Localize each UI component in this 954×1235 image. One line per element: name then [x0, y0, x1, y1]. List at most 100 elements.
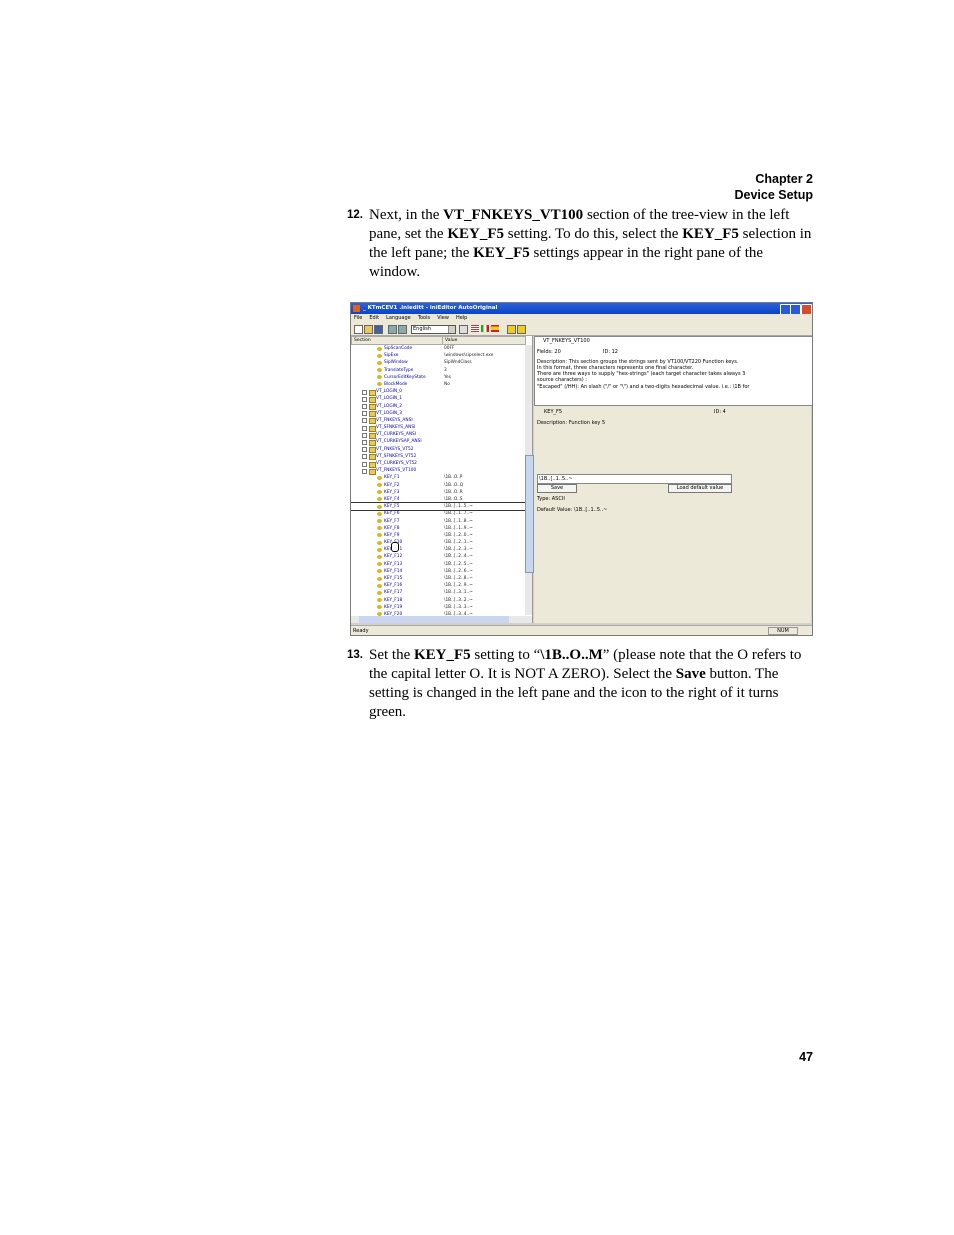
spain-flag-icon[interactable]: [491, 325, 499, 332]
tree-row[interactable]: KEY_F14 \1B..[..2..6..~: [351, 568, 527, 575]
menu-item-file[interactable]: File: [354, 314, 362, 322]
tree-row[interactable]: VT_SFNKEYS_ANSI: [351, 424, 527, 432]
tree-row[interactable]: KEY_F12 \1B..[..2..4..~: [351, 553, 527, 560]
tree-row[interactable]: VT_LOGIN_1: [351, 395, 527, 403]
tree-row[interactable]: VT_CURKEYS_ANSI: [351, 431, 527, 439]
tree-row[interactable]: KEY_F9 \1B..[..2..0..~: [351, 532, 527, 539]
tree-item-label: SipScanCode: [384, 346, 413, 351]
paste-icon[interactable]: [398, 325, 407, 334]
tree-row[interactable]: SipWindow SipWndClass: [351, 359, 527, 366]
language-select[interactable]: English: [411, 325, 456, 334]
num-lock-indicator: NUM: [768, 627, 798, 635]
expand-toggle-icon[interactable]: [362, 461, 367, 467]
tree-vertical-scrollbar[interactable]: [525, 345, 534, 615]
italy-flag-icon[interactable]: [481, 325, 489, 332]
expand-toggle-icon[interactable]: [362, 439, 367, 445]
save-icon[interactable]: [374, 325, 383, 334]
menu-item-language[interactable]: Language: [386, 314, 411, 322]
tree-row[interactable]: VT_LOGIN_2: [351, 403, 527, 410]
tree-row[interactable]: VT_FNKEYS_VT52: [351, 446, 527, 454]
menu-item-tools[interactable]: Tools: [418, 314, 430, 322]
expand-toggle-icon[interactable]: [362, 418, 367, 424]
save-button[interactable]: Save: [537, 484, 577, 493]
help-icon[interactable]: [507, 325, 516, 334]
tree-item-label: KEY_F14: [384, 568, 403, 574]
open-folder-icon[interactable]: [364, 325, 373, 334]
tree-item-label: KEY_F1: [384, 475, 400, 481]
value-column-header[interactable]: Value: [442, 336, 526, 345]
section-name: VT_FNKEYS_VT100: [543, 338, 590, 344]
tree-row[interactable]: KEY_F11\1B..[..2..3..~: [351, 546, 527, 553]
chevron-down-icon: [448, 326, 455, 333]
tree-item-value: \1B..[..1..7..~: [444, 511, 473, 517]
tree-horizontal-scrollbar[interactable]: [351, 616, 532, 623]
tree-row[interactable]: KEY_F13 \1B..[..2..5..~: [351, 561, 527, 568]
tree-row[interactable]: VT_CURKEYS_VT52: [351, 460, 527, 468]
expand-toggle-icon[interactable]: [362, 454, 367, 460]
menu-item-help[interactable]: Help: [456, 314, 467, 322]
tree-row[interactable]: KEY_F17 \1B..[..3..1..~: [351, 589, 527, 596]
tree-row[interactable]: KEY_F6 \1B..[..1..7..~: [351, 510, 527, 517]
tree-row[interactable]: KEY_F5 \1B..[..1..5..~: [351, 502, 528, 512]
key-name: KEY_F5: [544, 409, 563, 415]
tree-row[interactable]: BlockMode No: [351, 381, 527, 388]
tree-row[interactable]: KEY_F15 \1B..[..2..8..~: [351, 575, 527, 582]
tree-item-value: \1B..[..2..5..~: [444, 561, 473, 567]
tree-item-label: KEY_F13: [384, 561, 403, 567]
us-flag-icon[interactable]: [471, 325, 479, 332]
tree-row[interactable]: VT_SFNKEYS_VT52: [351, 453, 527, 461]
copy-icon[interactable]: [388, 325, 397, 334]
tree-row[interactable]: CursorEditKeyState Yes: [351, 374, 527, 381]
menu-item-edit[interactable]: Edit: [369, 314, 379, 322]
tree-row[interactable]: SipScanCode 00FF: [351, 345, 527, 352]
tree-row[interactable]: TranslateType 3: [351, 367, 527, 374]
tree-row[interactable]: KEY_F7 \1B..[..1..8..~: [351, 518, 527, 525]
tree-row[interactable]: KEY_F16 \1B..[..2..9..~: [351, 582, 527, 589]
tree-item-value: \1B..O..Q: [444, 482, 464, 488]
tree-row[interactable]: KEY_F4 \1B..O..S: [351, 496, 527, 503]
tree-row[interactable]: KEY_F3 \1B..O..R: [351, 489, 527, 496]
tree-row[interactable]: KEY_F10\1B..[..2..1..~: [351, 539, 527, 546]
tree-row[interactable]: KEY_F18 \1B..[..3..2..~: [351, 597, 527, 604]
expand-toggle-icon[interactable]: [362, 468, 367, 474]
key-value-input[interactable]: \1B..[..1..5..~: [537, 474, 732, 484]
tree-item-label: TranslateType: [384, 367, 414, 373]
tree-item-label: KEY_F15: [384, 576, 403, 581]
load-default-button[interactable]: Load default value: [668, 484, 732, 493]
tree-list: SipScanCode 00FF SipExe \windows\sipselect.…: [351, 345, 528, 618]
expand-toggle-icon[interactable]: [362, 425, 367, 431]
sort-icon[interactable]: [459, 325, 468, 334]
expand-toggle-icon[interactable]: [362, 396, 367, 402]
expand-toggle-icon[interactable]: [362, 432, 367, 438]
window-title: _ KTmCEV1 .inieditt - iniEditor AutoOrig…: [363, 305, 498, 311]
expand-toggle-icon[interactable]: [362, 447, 367, 453]
key-icon: [377, 526, 382, 531]
expand-toggle-icon[interactable]: [362, 411, 367, 417]
key-icon: [377, 360, 382, 365]
tree-item-label: VT_CURKEYSAP_ANSI: [376, 439, 422, 445]
tree-row[interactable]: VT_LOGIN_3: [351, 410, 527, 418]
new-file-icon[interactable]: [354, 325, 363, 334]
tree-item-label: VT_SFNKEYS_ANSI: [376, 425, 416, 431]
tree-row[interactable]: VT_CURKEYSAP_ANSI: [351, 438, 527, 446]
section-column-header[interactable]: Section: [351, 336, 443, 345]
context-help-icon[interactable]: [517, 325, 526, 334]
tree-row[interactable]: VT_FNKEYS_VT100: [351, 467, 527, 475]
tree-row[interactable]: SipExe \windows\sipselect.exe: [351, 352, 527, 359]
tree-row[interactable]: KEY_F1 \1B..O..P: [351, 474, 527, 481]
tree-pane: Section Value SipScanCode 00FF SipExe \wind…: [351, 336, 534, 623]
expand-toggle-icon[interactable]: [362, 404, 367, 409]
tree-row[interactable]: VT_LOGIN_0: [351, 388, 527, 396]
scroll-thumb[interactable]: [525, 455, 534, 573]
expand-toggle-icon[interactable]: [362, 389, 367, 395]
key-icon: [377, 533, 382, 538]
menu-item-view[interactable]: View: [437, 314, 449, 322]
tree-row[interactable]: VT_FNKEYS_ANSI: [351, 417, 527, 425]
key-icon: [377, 504, 382, 509]
section-description: "Escaped" (/HH): An slash ("/" or "\") a…: [537, 384, 750, 390]
tree-row[interactable]: KEY_F8 \1B..[..1..9..~: [351, 525, 527, 532]
tree-row[interactable]: KEY_F2 \1B..O..Q: [351, 482, 527, 489]
tree-row[interactable]: KEY_F19 \1B..[..3..3..~: [351, 604, 527, 611]
scroll-thumb[interactable]: [359, 616, 509, 623]
tree-item-label: KEY_F18: [384, 597, 403, 603]
